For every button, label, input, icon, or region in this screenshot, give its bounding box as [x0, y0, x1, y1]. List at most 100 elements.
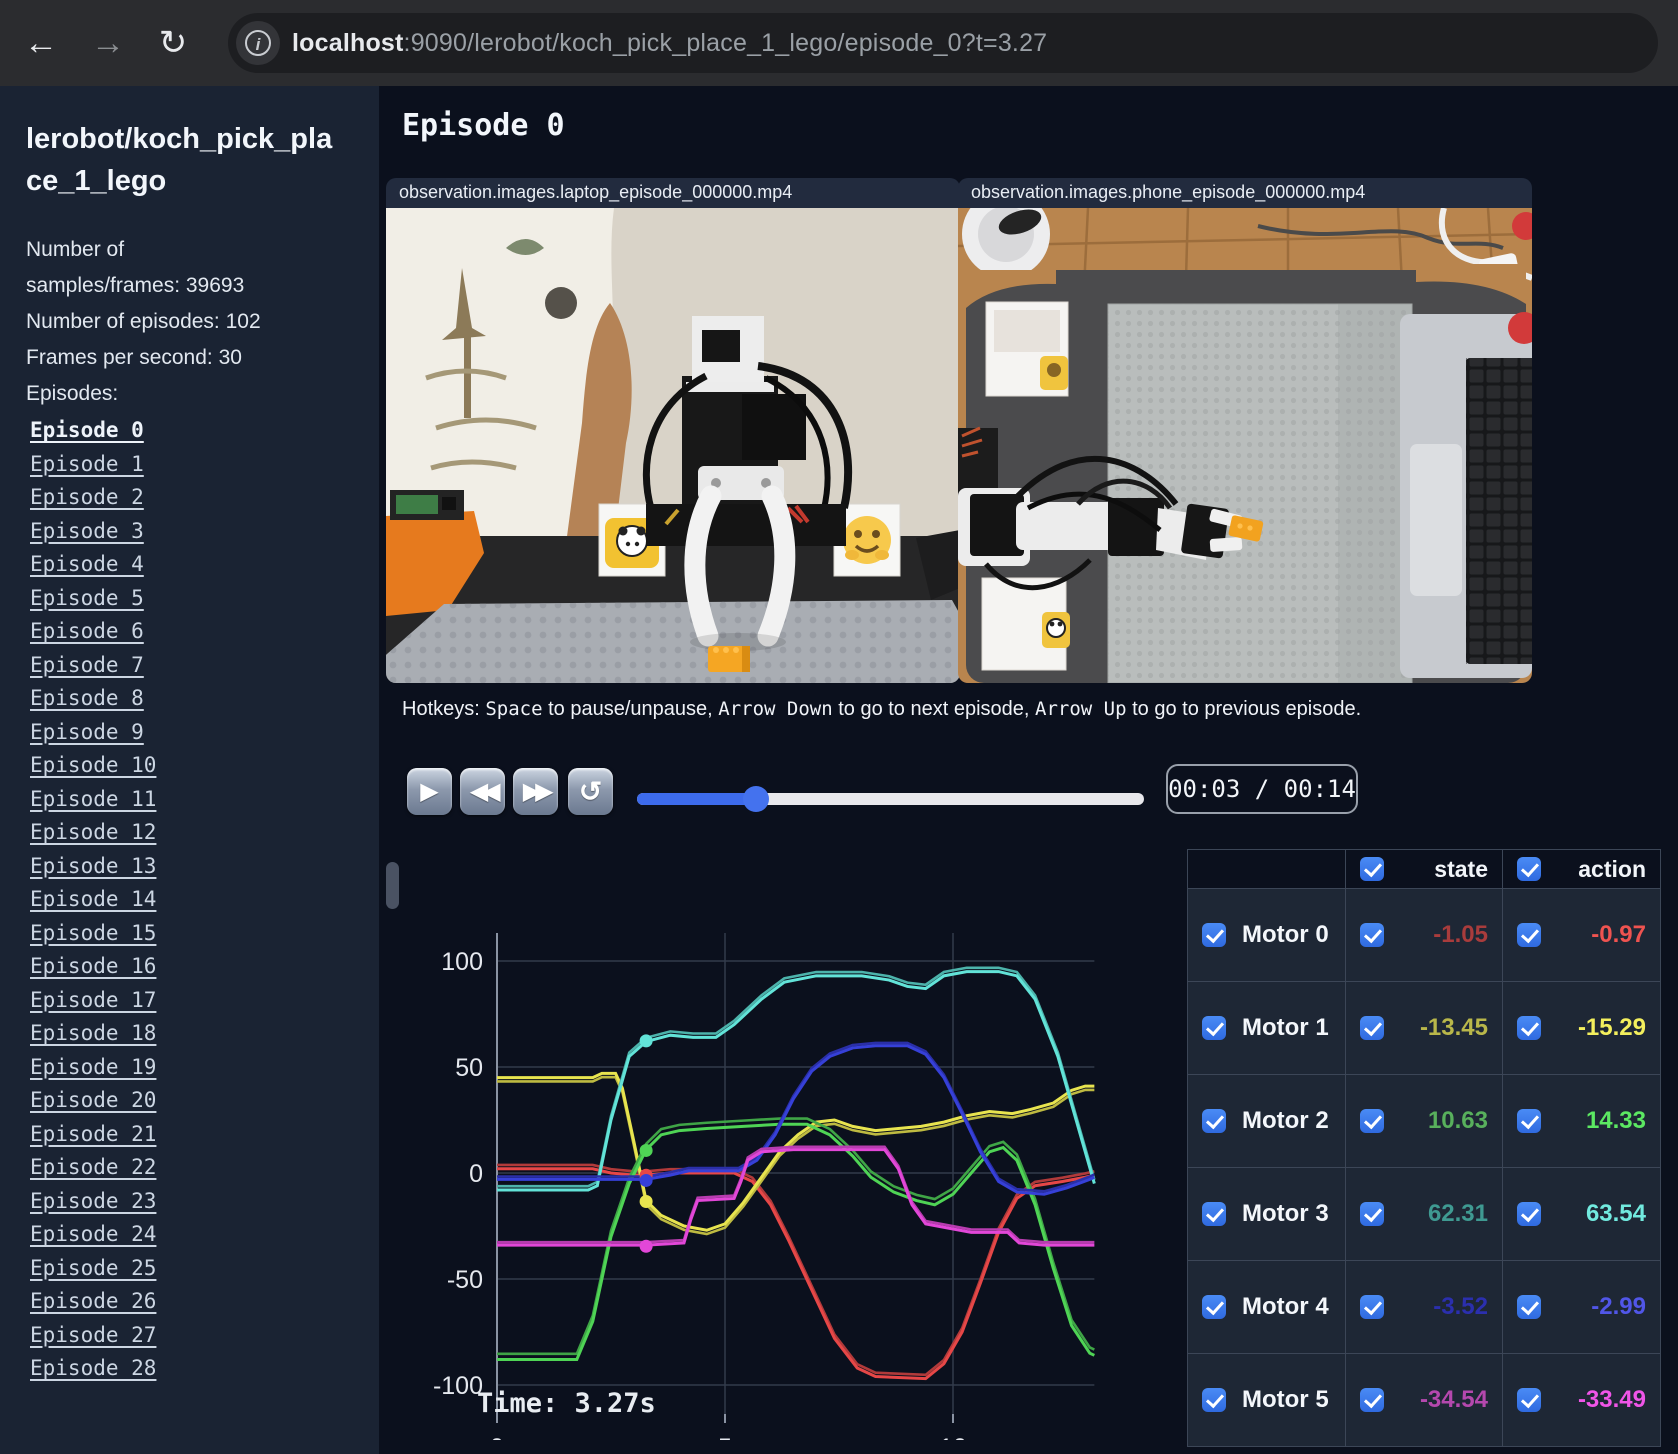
reload-icon[interactable]: ↻	[150, 20, 196, 66]
url-bar[interactable]: i localhost:9090/lerobot/koch_pick_place…	[228, 13, 1658, 73]
loop-icon: ↻	[578, 776, 603, 807]
page-title: Episode 0	[402, 108, 565, 143]
back-icon[interactable]: ←	[18, 20, 64, 66]
motor-checkbox[interactable]	[1202, 1109, 1226, 1133]
dataset-stats: Number of samples/frames: 39693 Number of …	[26, 232, 355, 412]
scrollbar-thumb[interactable]	[386, 862, 399, 909]
chart-line-action	[497, 1044, 1095, 1196]
current-time-dot	[639, 1143, 653, 1157]
current-time-dot	[639, 1239, 653, 1253]
motor-state-checkbox[interactable]	[1360, 1109, 1384, 1133]
state-value: -3.52	[1433, 1293, 1488, 1320]
table-row: Motor 2 10.63 14.33	[1187, 1074, 1661, 1168]
motor-checkbox[interactable]	[1202, 1295, 1226, 1319]
episode-link[interactable]: Episode 11	[30, 783, 379, 817]
svg-text:50: 50	[455, 1054, 483, 1082]
video-panel-laptop: observation.images.laptop_episode_000000…	[386, 178, 960, 683]
chart-line-state	[497, 1117, 1095, 1356]
episode-link[interactable]: Episode 2	[30, 481, 379, 515]
table-header-row: state action	[1187, 849, 1661, 889]
motor-label: Motor 5	[1242, 1386, 1329, 1413]
episode-link[interactable]: Episode 8	[30, 682, 379, 716]
episode-link[interactable]: Episode 6	[30, 615, 379, 649]
motor-label: Motor 1	[1242, 1014, 1329, 1041]
action-value: 63.54	[1585, 1200, 1646, 1227]
episode-link[interactable]: Episode 20	[30, 1084, 379, 1118]
episode-link[interactable]: Episode 25	[30, 1252, 379, 1286]
motor-state-checkbox[interactable]	[1360, 1295, 1384, 1319]
fast-forward-icon: ▶▶	[522, 778, 554, 805]
play-icon: ▶	[420, 778, 439, 805]
motor-state-checkbox[interactable]	[1360, 1388, 1384, 1412]
episode-link[interactable]: Episode 16	[30, 950, 379, 984]
action-column-checkbox[interactable]	[1517, 857, 1541, 881]
video-phone[interactable]	[958, 190, 1532, 683]
episode-link[interactable]: Episode 23	[30, 1185, 379, 1219]
dataset-title: lerobot/koch_pick_place_1_lego	[26, 123, 333, 198]
svg-text:-50: -50	[447, 1266, 483, 1294]
chart-line-state	[497, 1145, 1095, 1244]
episode-link[interactable]: Episode 17	[30, 984, 379, 1018]
video-title-phone: observation.images.phone_episode_000000.…	[958, 178, 1532, 208]
motor-checkbox[interactable]	[1202, 1388, 1226, 1412]
current-time-dot	[639, 1195, 653, 1209]
motor-action-checkbox[interactable]	[1517, 1016, 1541, 1040]
state-value: -34.54	[1419, 1386, 1488, 1413]
episode-link[interactable]: Episode 18	[30, 1017, 379, 1051]
episode-link[interactable]: Episode 14	[30, 883, 379, 917]
episode-link[interactable]: Episode 24	[30, 1218, 379, 1252]
stat-line: Frames per second: 30	[26, 346, 242, 370]
episode-link[interactable]: Episode 4	[30, 548, 379, 582]
episode-link[interactable]: Episode 5	[30, 582, 379, 616]
motor-checkbox[interactable]	[1202, 1016, 1226, 1040]
motor-action-checkbox[interactable]	[1517, 923, 1541, 947]
motor-action-checkbox[interactable]	[1517, 1388, 1541, 1412]
episode-list: Episode 0 Episode 1 Episode 2 Episode 3 Epis…	[30, 414, 379, 1386]
loop-button[interactable]: ↻	[568, 768, 613, 815]
episode-link[interactable]: Episode 13	[30, 850, 379, 884]
episode-link[interactable]: Episode 7	[30, 649, 379, 683]
svg-text:0: 0	[490, 1434, 504, 1440]
play-button[interactable]: ▶	[407, 768, 452, 815]
stat-line: Number of	[26, 238, 125, 262]
episode-link[interactable]: Episode 12	[30, 816, 379, 850]
motor-action-checkbox[interactable]	[1517, 1295, 1541, 1319]
episode-link[interactable]: Episode 27	[30, 1319, 379, 1353]
episode-link[interactable]: Episode 0	[30, 414, 379, 448]
episode-link[interactable]: Episode 26	[30, 1285, 379, 1319]
seek-thumb[interactable]	[743, 786, 769, 812]
fast-forward-button[interactable]: ▶▶	[513, 768, 558, 815]
episode-link[interactable]: Episode 19	[30, 1051, 379, 1085]
video-frame-phone-scene	[958, 190, 1532, 683]
page-info-icon[interactable]: i	[236, 21, 280, 65]
video-seek-slider[interactable]	[637, 786, 1144, 812]
video-panel-phone: observation.images.phone_episode_000000.…	[958, 178, 1532, 683]
chart-time-label: Time: 3.27s	[477, 1388, 656, 1419]
motor-checkbox[interactable]	[1202, 923, 1226, 947]
episode-link[interactable]: Episode 15	[30, 917, 379, 951]
motor-state-checkbox[interactable]	[1360, 923, 1384, 947]
motor-state-checkbox[interactable]	[1360, 1016, 1384, 1040]
action-value: -2.99	[1591, 1293, 1646, 1320]
motor-action-checkbox[interactable]	[1517, 1109, 1541, 1133]
motor-timeseries-chart: 100 50 0 -50 -100 0 5 10	[433, 933, 1096, 1440]
table-row: Motor 4 -3.52 -2.99	[1187, 1260, 1661, 1354]
forward-icon[interactable]: →	[85, 20, 131, 66]
motor-label: Motor 0	[1242, 921, 1329, 948]
episode-link[interactable]: Episode 3	[30, 515, 379, 549]
episode-link[interactable]: Episode 10	[30, 749, 379, 783]
episode-link[interactable]: Episode 22	[30, 1151, 379, 1185]
video-title-laptop: observation.images.laptop_episode_000000…	[386, 178, 960, 208]
episode-link[interactable]: Episode 21	[30, 1118, 379, 1152]
motor-checkbox[interactable]	[1202, 1202, 1226, 1226]
episode-link[interactable]: Episode 9	[30, 716, 379, 750]
episode-link[interactable]: Episode 1	[30, 448, 379, 482]
episode-link[interactable]: Episode 28	[30, 1352, 379, 1386]
state-column-checkbox[interactable]	[1360, 857, 1384, 881]
video-laptop[interactable]	[386, 208, 960, 683]
rewind-button[interactable]: ◀◀	[460, 768, 505, 815]
motor-state-checkbox[interactable]	[1360, 1202, 1384, 1226]
url-text[interactable]: localhost:9090/lerobot/koch_pick_place_1…	[292, 29, 1047, 58]
motor-action-checkbox[interactable]	[1517, 1202, 1541, 1226]
table-row: Motor 5 -34.54 -33.49	[1187, 1353, 1661, 1447]
